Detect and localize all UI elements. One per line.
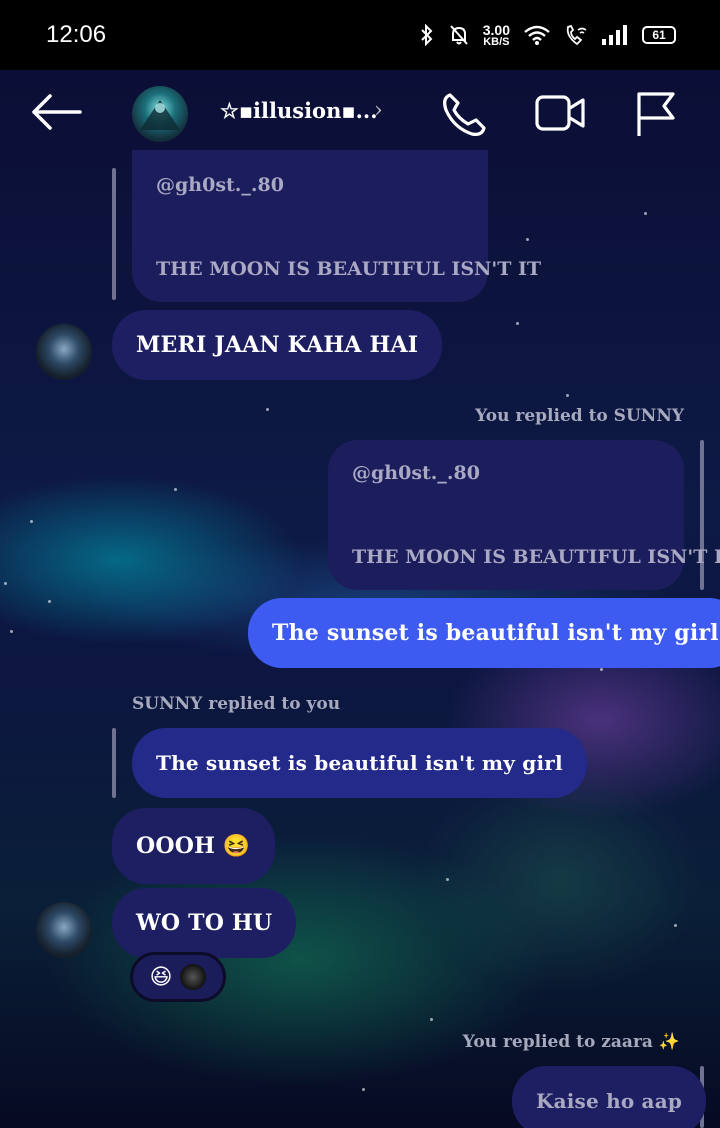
reaction-emoji: 😆 — [149, 964, 173, 990]
sender-avatar[interactable] — [36, 902, 92, 958]
chevron-right-icon[interactable]: › — [374, 98, 383, 123]
status-bar: 12:06 3.00 KB/S 61 — [0, 0, 720, 70]
bluetooth-icon — [421, 24, 433, 46]
back-arrow-icon[interactable] — [30, 94, 82, 130]
message-bubble[interactable]: WO TO HU — [112, 888, 297, 958]
bell-off-icon — [450, 25, 468, 45]
quoted-message[interactable]: Kaise ho aap — [512, 1066, 707, 1128]
group-avatar[interactable] — [132, 86, 188, 142]
message-bubble-own[interactable]: The sunset is beautiful isn't my girl — [248, 598, 720, 668]
quote-bar — [112, 168, 116, 300]
chat-header: ☆▪illusion▪... › — [0, 70, 720, 162]
reply-label: SUNNY replied to you — [132, 694, 341, 714]
reply-label: You replied to SUNNY — [475, 406, 684, 426]
quote-bar — [112, 728, 116, 798]
quoted-message[interactable]: The sunset is beautiful isn't my girl — [132, 728, 587, 798]
quoted-text: THE MOON IS BEAUTIFUL ISN'T IT — [156, 258, 542, 280]
quoted-message[interactable]: @gh0st._.80 THE MOON IS BEAUTIFUL ISN'T … — [132, 150, 541, 302]
wifi-call-icon — [566, 24, 587, 46]
reply-label: You replied to zaara ✨ — [462, 1032, 680, 1052]
signal-icon — [602, 25, 627, 45]
net-speed: 3.00 KB/S — [482, 21, 510, 48]
quoted-user: @gh0st._.80 — [156, 174, 284, 196]
chat-title[interactable]: ☆▪illusion▪... — [220, 98, 378, 123]
sender-avatar[interactable] — [36, 324, 92, 380]
status-icons: 3.00 KB/S 61 — [419, 23, 676, 48]
video-icon[interactable] — [534, 92, 586, 134]
wifi-icon — [524, 25, 550, 45]
battery-icon: 61 — [642, 26, 676, 44]
status-time: 12:06 — [46, 21, 107, 48]
reactions-pill[interactable]: 😆 — [130, 952, 226, 1002]
message-bubble[interactable]: OOOH 😆 — [112, 808, 275, 884]
quoted-message[interactable]: @gh0st._.80 THE MOON IS BEAUTIFUL ISN'T … — [328, 440, 720, 590]
quoted-text: THE MOON IS BEAUTIFUL ISN'T IT — [352, 546, 720, 568]
flag-icon[interactable] — [634, 90, 678, 138]
reactor-avatar — [180, 964, 207, 990]
message-bubble[interactable]: MERI JAAN KAHA HAI — [112, 310, 443, 380]
phone-icon[interactable] — [440, 90, 488, 138]
quoted-user: @gh0st._.80 — [352, 462, 480, 484]
